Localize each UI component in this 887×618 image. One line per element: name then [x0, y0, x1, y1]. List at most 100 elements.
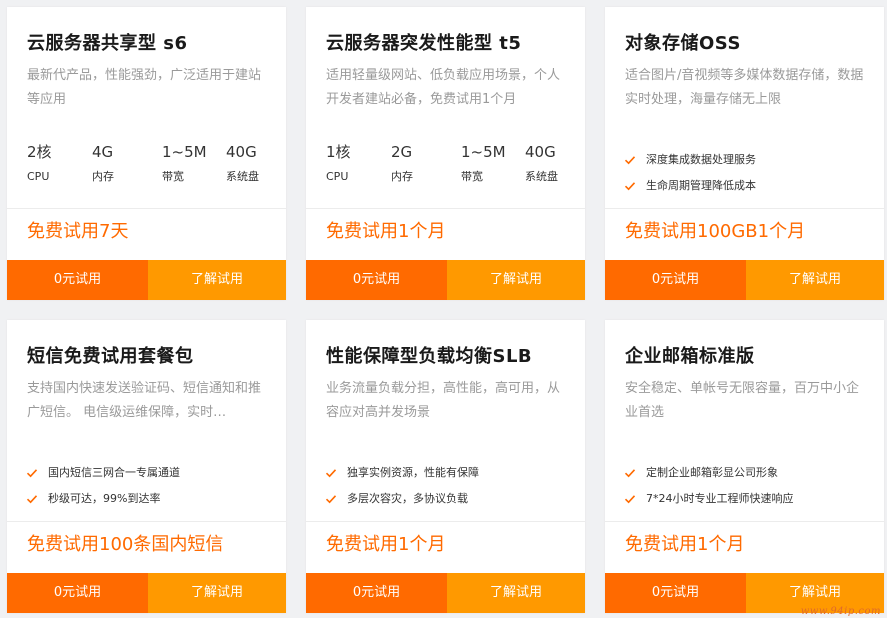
button-group: 0元试用 了解试用: [306, 260, 585, 300]
spec-label: 带宽: [461, 170, 483, 183]
free-trial-button[interactable]: 0元试用: [306, 260, 447, 300]
check-icon: [624, 469, 636, 478]
promo-text: 免费试用100GB1个月: [625, 221, 806, 242]
feature-text: 秒级可达，99%到达率: [48, 492, 161, 505]
card-description: 业务流量负载分担，高性能，高可用，从容应对高并发场景: [326, 381, 561, 420]
promo-text: 免费试用1个月: [326, 221, 446, 242]
check-icon: [26, 469, 38, 478]
check-icon: [325, 469, 337, 478]
free-trial-button[interactable]: 0元试用: [7, 573, 148, 613]
feature-item: 7*24小时专业工程师快速响应: [624, 486, 874, 512]
spec-value: 4G: [92, 143, 114, 161]
spec-disk: 40G 系统盘: [525, 143, 558, 184]
divider: [7, 208, 286, 209]
spec-label: 系统盘: [525, 170, 558, 183]
spec-value: 2核: [27, 143, 52, 161]
divider: [7, 521, 286, 522]
spec-label: 系统盘: [226, 170, 259, 183]
spec-cpu: 1核 CPU: [326, 143, 351, 184]
button-group: 0元试用 了解试用: [605, 260, 884, 300]
divider: [605, 208, 884, 209]
feature-text: 定制企业邮箱彰显公司形象: [646, 466, 778, 479]
watermark: www.94ip.com: [800, 606, 881, 617]
promo-text: 免费试用100条国内短信: [27, 534, 224, 555]
feature-list: 国内短信三网合一专属通道 秒级可达，99%到达率: [26, 460, 276, 512]
free-trial-button[interactable]: 0元试用: [605, 260, 746, 300]
card-title[interactable]: 企业邮箱标准版: [625, 342, 874, 368]
product-card-slb: 性能保障型负载均衡SLB 业务流量负载分担，高性能，高可用，从容应对高并发场景 …: [306, 320, 585, 613]
spec-label: CPU: [326, 170, 349, 183]
divider: [306, 521, 585, 522]
spec-disk: 40G 系统盘: [226, 143, 259, 184]
card-description: 支持国内快速发送验证码、短信通知和推广短信。 电信级运维保障，实时…: [27, 381, 262, 420]
spec-value: 40G: [525, 143, 556, 161]
check-icon: [26, 495, 38, 504]
spec-list: 2核 CPU 4G 内存 1~5M 带宽 40G 系统盘: [27, 143, 276, 187]
spec-list: 1核 CPU 2G 内存 1~5M 带宽 40G 系统盘: [326, 143, 575, 187]
spec-bandwidth: 1~5M 带宽: [461, 143, 506, 184]
divider: [605, 521, 884, 522]
card-title[interactable]: 云服务器共享型 s6: [27, 29, 276, 55]
button-group: 0元试用 了解试用: [306, 573, 585, 613]
feature-item: 深度集成数据处理服务: [624, 147, 874, 173]
feature-text: 独享实例资源，性能有保障: [347, 466, 479, 479]
product-card-oss: 对象存储OSS 适合图片/音视频等多媒体数据存储，数据实时处理，海量存储无上限 …: [605, 7, 884, 300]
feature-list: 深度集成数据处理服务 生命周期管理降低成本: [624, 147, 874, 199]
card-description: 适用轻量级网站、低负载应用场景，个人开发者建站必备，免费试用1个月: [326, 68, 561, 107]
card-title[interactable]: 云服务器突发性能型 t5: [326, 29, 575, 55]
feature-item: 国内短信三网合一专属通道: [26, 460, 276, 486]
spec-label: 内存: [92, 170, 114, 183]
button-group: 0元试用 了解试用: [7, 573, 286, 613]
product-card-ecs-s6: 云服务器共享型 s6 最新代产品，性能强劲，广泛适用于建站等应用 2核 CPU …: [7, 7, 286, 300]
spec-memory: 4G 内存: [92, 143, 114, 184]
divider: [306, 208, 585, 209]
card-title[interactable]: 短信免费试用套餐包: [27, 342, 276, 368]
button-group: 0元试用 了解试用: [7, 260, 286, 300]
spec-value: 40G: [226, 143, 257, 161]
learn-trial-button[interactable]: 了解试用: [447, 573, 585, 613]
feature-text: 生命周期管理降低成本: [646, 179, 756, 192]
spec-value: 1核: [326, 143, 351, 161]
check-icon: [624, 182, 636, 191]
learn-trial-button[interactable]: 了解试用: [447, 260, 585, 300]
spec-label: 内存: [391, 170, 413, 183]
free-trial-button[interactable]: 0元试用: [605, 573, 746, 613]
feature-text: 深度集成数据处理服务: [646, 153, 756, 166]
feature-list: 定制企业邮箱彰显公司形象 7*24小时专业工程师快速响应: [624, 460, 874, 512]
product-card-email: 企业邮箱标准版 安全稳定、单帐号无限容量，百万中小企业首选 定制企业邮箱彰显公司…: [605, 320, 884, 613]
feature-item: 多层次容灾，多协议负载: [325, 486, 575, 512]
promo-text: 免费试用1个月: [326, 534, 446, 555]
feature-item: 独享实例资源，性能有保障: [325, 460, 575, 486]
feature-text: 国内短信三网合一专属通道: [48, 466, 180, 479]
spec-value: 1~5M: [162, 143, 207, 161]
spec-value: 2G: [391, 143, 413, 161]
check-icon: [624, 156, 636, 165]
product-card-sms: 短信免费试用套餐包 支持国内快速发送验证码、短信通知和推广短信。 电信级运维保障…: [7, 320, 286, 613]
learn-trial-button[interactable]: 了解试用: [148, 260, 286, 300]
spec-cpu: 2核 CPU: [27, 143, 52, 184]
feature-item: 定制企业邮箱彰显公司形象: [624, 460, 874, 486]
free-trial-button[interactable]: 0元试用: [306, 573, 447, 613]
card-title[interactable]: 对象存储OSS: [625, 29, 874, 55]
learn-trial-button[interactable]: 了解试用: [148, 573, 286, 613]
check-icon: [624, 495, 636, 504]
learn-trial-button[interactable]: 了解试用: [746, 260, 884, 300]
feature-item: 秒级可达，99%到达率: [26, 486, 276, 512]
promo-text: 免费试用1个月: [625, 534, 745, 555]
promo-text: 免费试用7天: [27, 221, 129, 242]
feature-list: 独享实例资源，性能有保障 多层次容灾，多协议负载: [325, 460, 575, 512]
spec-bandwidth: 1~5M 带宽: [162, 143, 207, 184]
card-title[interactable]: 性能保障型负载均衡SLB: [326, 342, 575, 368]
spec-value: 1~5M: [461, 143, 506, 161]
feature-text: 多层次容灾，多协议负载: [347, 492, 468, 505]
card-description: 适合图片/音视频等多媒体数据存储，数据实时处理，海量存储无上限: [625, 68, 864, 107]
spec-label: CPU: [27, 170, 50, 183]
free-trial-button[interactable]: 0元试用: [7, 260, 148, 300]
feature-item: 生命周期管理降低成本: [624, 173, 874, 199]
check-icon: [325, 495, 337, 504]
product-card-ecs-t5: 云服务器突发性能型 t5 适用轻量级网站、低负载应用场景，个人开发者建站必备，免…: [306, 7, 585, 300]
card-description: 安全稳定、单帐号无限容量，百万中小企业首选: [625, 381, 860, 420]
card-description: 最新代产品，性能强劲，广泛适用于建站等应用: [27, 68, 262, 107]
spec-memory: 2G 内存: [391, 143, 413, 184]
spec-label: 带宽: [162, 170, 184, 183]
